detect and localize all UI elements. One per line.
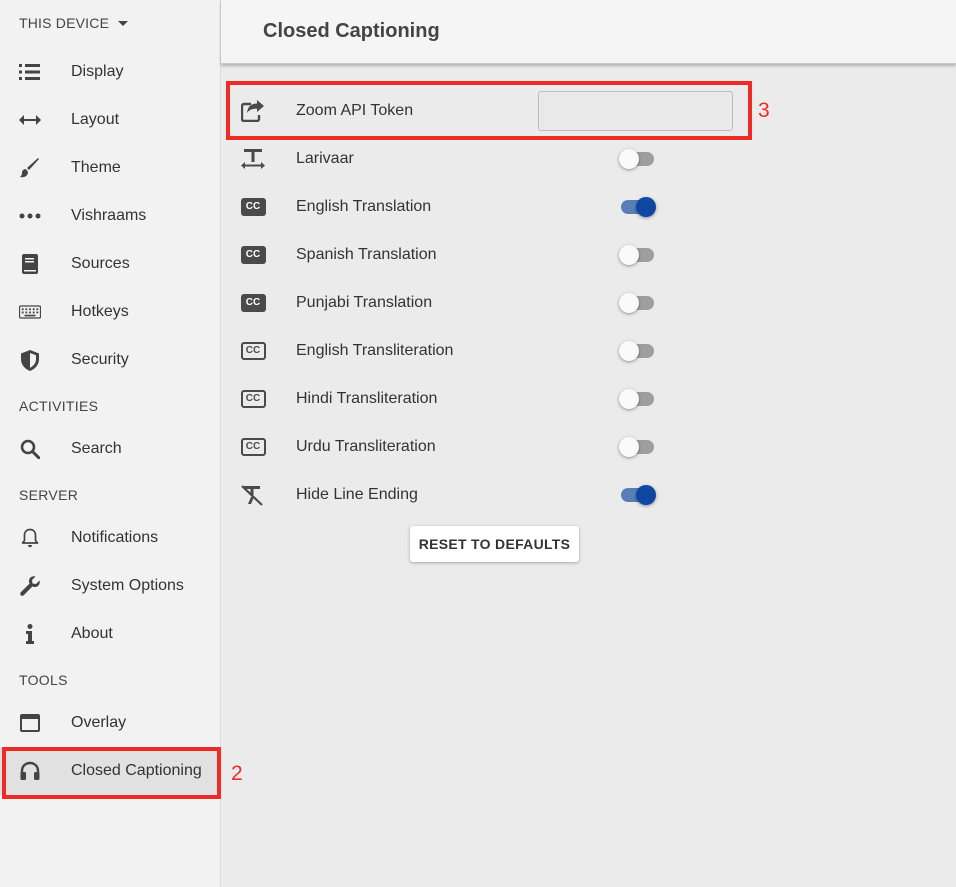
toggle-urdu-transliteration[interactable]: [619, 435, 656, 459]
sidebar-item-vishraams[interactable]: Vishraams: [0, 192, 221, 240]
setting-row-larivaar: Larivaar: [221, 135, 781, 183]
sidebar-item-search[interactable]: Search: [0, 425, 221, 473]
closed-caption-icon: CC: [239, 195, 267, 219]
info-icon: [19, 623, 41, 645]
setting-label: English Translation: [296, 198, 432, 215]
device-selector[interactable]: THIS DEVICE: [19, 15, 129, 31]
section-label-server: SERVER: [19, 487, 79, 503]
section-label-activities: ACTIVITIES: [19, 398, 99, 414]
sidebar-item-overlay[interactable]: Overlay: [0, 699, 221, 747]
wrench-icon: [19, 575, 41, 597]
sidebar-item-about[interactable]: About: [0, 610, 221, 658]
search-icon: [19, 438, 41, 460]
annotation-marker-3: 3: [758, 99, 770, 122]
sidebar-item-display[interactable]: Display: [0, 48, 221, 96]
toggle-hide-line-ending[interactable]: [619, 483, 656, 507]
main-header: Closed Captioning: [221, 0, 956, 64]
closed-caption-icon: CC: [239, 243, 267, 267]
sidebar-item-label: Search: [71, 440, 122, 457]
text-spacing-icon: [239, 147, 267, 171]
toggle-larivaar[interactable]: [619, 147, 656, 171]
sidebar-item-label: Overlay: [71, 714, 127, 731]
sidebar-item-label: System Options: [71, 577, 184, 594]
sidebar-item-label: Sources: [71, 255, 130, 272]
sidebar-item-system-options[interactable]: System Options: [0, 562, 221, 610]
setting-label: Larivaar: [296, 150, 354, 167]
setting-label: Hide Line Ending: [296, 486, 418, 503]
toggle-spanish-translation[interactable]: [619, 243, 656, 267]
sidebar-item-sources[interactable]: Sources: [0, 240, 221, 288]
page-title: Closed Captioning: [263, 20, 440, 42]
annotation-marker-2: 2: [231, 762, 243, 785]
sidebar-item-hotkeys[interactable]: Hotkeys: [0, 288, 221, 336]
overlay-icon: [19, 712, 41, 734]
sidebar-item-label: Vishraams: [71, 207, 147, 224]
book-icon: [19, 253, 41, 275]
setting-row-punjabi-translation: CC Punjabi Translation: [221, 279, 781, 327]
toggle-punjabi-translation[interactable]: [619, 291, 656, 315]
setting-label: Punjabi Translation: [296, 294, 433, 311]
setting-row-english-translation: CC English Translation: [221, 183, 781, 231]
sidebar-item-notifications[interactable]: Notifications: [0, 514, 221, 562]
setting-row-urdu-transliteration: CC Urdu Transliteration: [221, 423, 781, 471]
bell-icon: [19, 527, 41, 549]
arrows-horizontal-icon: [19, 109, 41, 131]
setting-label: Urdu Transliteration: [296, 438, 436, 455]
device-selector-label: THIS DEVICE: [19, 15, 110, 31]
section-label-tools: TOOLS: [19, 672, 68, 688]
list-icon: [19, 61, 41, 83]
sidebar-item-theme[interactable]: Theme: [0, 144, 221, 192]
sidebar-item-label: About: [71, 625, 113, 642]
setting-label: English Transliteration: [296, 342, 454, 359]
reset-to-defaults-button[interactable]: RESET TO DEFAULTS: [410, 526, 579, 562]
setting-label: Spanish Translation: [296, 246, 437, 263]
highlight-box-closed-captioning: [2, 747, 221, 799]
closed-caption-outline-icon: CC: [239, 339, 267, 363]
shield-icon: [19, 349, 41, 371]
toggle-english-translation[interactable]: [619, 195, 656, 219]
closed-caption-outline-icon: CC: [239, 435, 267, 459]
toggle-english-transliteration[interactable]: [619, 339, 656, 363]
setting-row-hide-line-ending: Hide Line Ending: [221, 471, 781, 519]
caret-down-icon: [118, 20, 129, 26]
closed-caption-outline-icon: CC: [239, 387, 267, 411]
sidebar-item-label: Hotkeys: [71, 303, 129, 320]
sidebar-item-label: Theme: [71, 159, 121, 176]
text-strikethrough-icon: [239, 483, 267, 507]
sidebar-item-label: Display: [71, 63, 124, 80]
highlight-box-zoom-token: [226, 81, 752, 140]
closed-caption-icon: CC: [239, 291, 267, 315]
brush-icon: [19, 157, 41, 179]
dots-icon: [19, 205, 41, 227]
sidebar-item-label: Security: [71, 351, 129, 368]
sidebar-item-label: Layout: [71, 111, 120, 128]
setting-row-hindi-transliteration: CC Hindi Transliteration: [221, 375, 781, 423]
keyboard-icon: [19, 301, 41, 323]
setting-label: Hindi Transliteration: [296, 390, 438, 407]
toggle-hindi-transliteration[interactable]: [619, 387, 656, 411]
setting-row-spanish-translation: CC Spanish Translation: [221, 231, 781, 279]
setting-row-english-transliteration: CC English Transliteration: [221, 327, 781, 375]
sidebar-item-security[interactable]: Security: [0, 336, 221, 384]
sidebar-item-layout[interactable]: Layout: [0, 96, 221, 144]
sidebar-item-label: Notifications: [71, 529, 159, 546]
